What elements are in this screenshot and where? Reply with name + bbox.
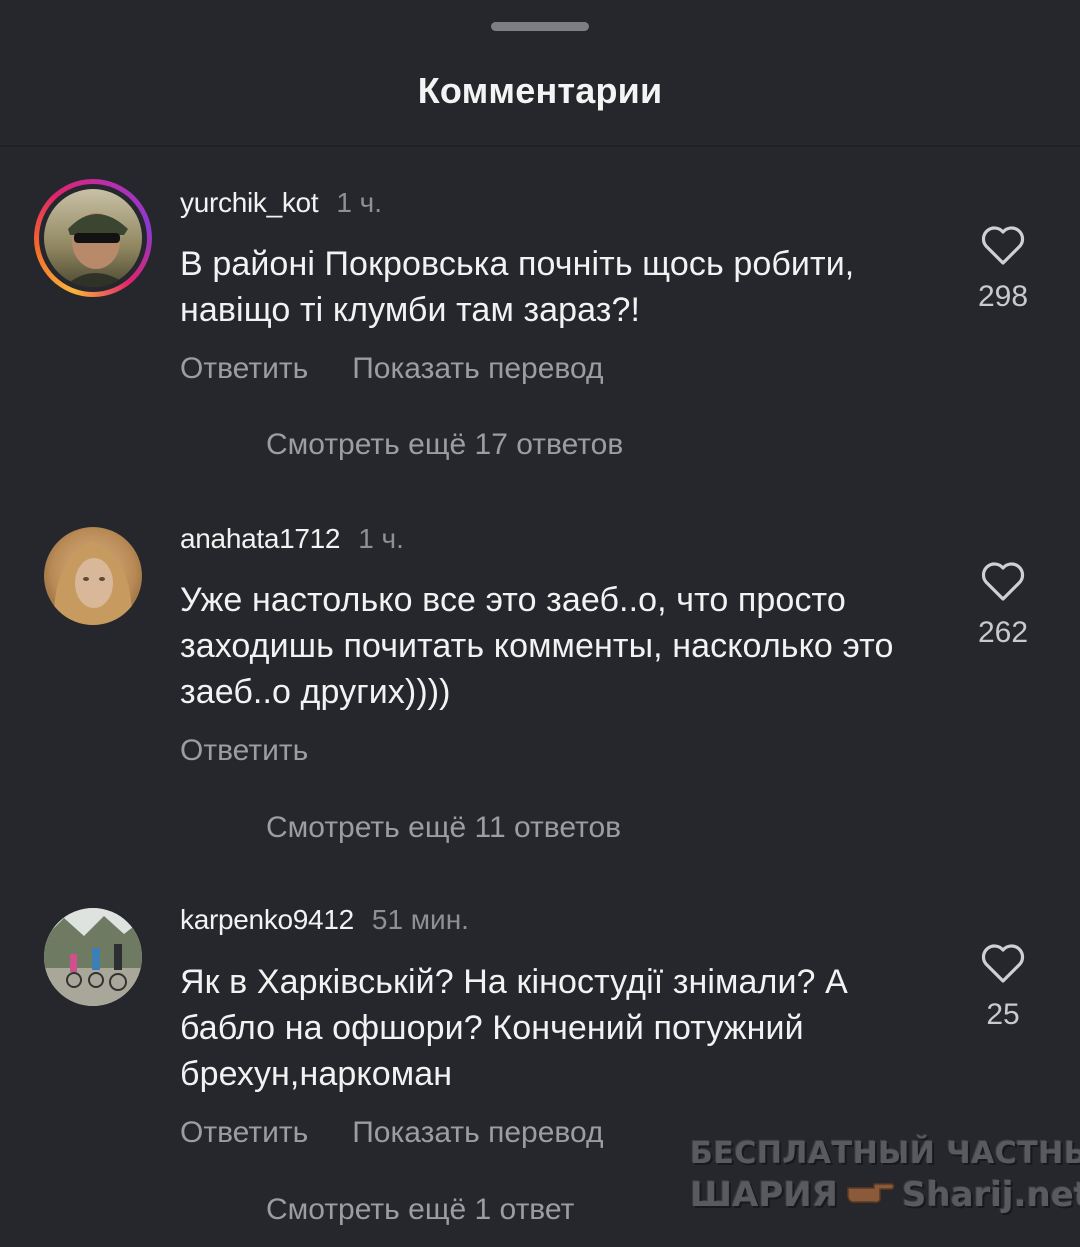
story-ring bbox=[34, 179, 152, 297]
heart-outline-icon bbox=[981, 562, 1025, 601]
avatar-photo-icon bbox=[44, 908, 142, 1006]
like-count: 25 bbox=[986, 998, 1020, 1031]
comment-username[interactable]: anahata1712 bbox=[180, 523, 341, 554]
view-more-replies[interactable]: Смотреть ещё 17 ответов bbox=[266, 428, 623, 462]
sheet-title: Комментарии bbox=[417, 70, 663, 111]
like-count: 262 bbox=[977, 616, 1029, 649]
heart-outline-icon bbox=[981, 944, 1025, 983]
heart-outline-icon bbox=[981, 226, 1025, 265]
watermark-line2-right: Sharij.net bbox=[901, 1175, 1080, 1215]
like-button[interactable]: 298 bbox=[960, 226, 1046, 314]
avatar[interactable] bbox=[34, 179, 152, 297]
comment-text: В районі Покровська почніть щось робити,… bbox=[180, 245, 855, 329]
reply-button[interactable]: Ответить bbox=[180, 734, 308, 767]
reply-button[interactable]: Ответить bbox=[180, 352, 308, 385]
avatar-photo-icon bbox=[44, 189, 142, 287]
comment-time: 51 мин. bbox=[371, 904, 469, 935]
header-divider bbox=[0, 145, 1080, 147]
like-button[interactable]: 25 bbox=[960, 944, 1046, 1032]
view-more-replies[interactable]: Смотреть ещё 1 ответ bbox=[266, 1193, 574, 1227]
avatar[interactable] bbox=[44, 908, 142, 1006]
avatar[interactable] bbox=[44, 527, 142, 625]
comment-username[interactable]: karpenko9412 bbox=[180, 904, 354, 935]
watermark: БЕСПЛАТНЫЙ ЧАСТНЫЙ ШАРИЯ Sharij.net bbox=[690, 1136, 1080, 1215]
pointing-hand-icon bbox=[844, 1175, 896, 1215]
show-translation-button[interactable]: Показать перевод bbox=[352, 1116, 603, 1149]
watermark-line2-left: ШАРИЯ bbox=[690, 1175, 838, 1215]
watermark-line1: БЕСПЛАТНЫЙ ЧАСТНЫЙ bbox=[690, 1136, 1080, 1171]
drag-handle[interactable] bbox=[491, 22, 589, 31]
comment-text: Як в Харківській? На кіностудії знімали?… bbox=[180, 963, 848, 1093]
comment-time: 1 ч. bbox=[358, 523, 404, 554]
view-more-replies[interactable]: Смотреть ещё 11 ответов bbox=[266, 811, 621, 845]
comment-username[interactable]: yurchik_kot bbox=[180, 187, 319, 218]
comment-text: Уже настолько все это заеб..о, что прост… bbox=[180, 581, 894, 711]
avatar-photo-icon bbox=[44, 527, 142, 625]
reply-button[interactable]: Ответить bbox=[180, 1116, 308, 1149]
comment-time: 1 ч. bbox=[336, 187, 383, 218]
like-button[interactable]: 262 bbox=[960, 562, 1046, 650]
show-translation-button[interactable]: Показать перевод bbox=[352, 352, 603, 385]
comments-sheet: Комментарии yurchik_kot 1 ч. В районі По… bbox=[0, 0, 1080, 1247]
like-count: 298 bbox=[977, 280, 1029, 313]
